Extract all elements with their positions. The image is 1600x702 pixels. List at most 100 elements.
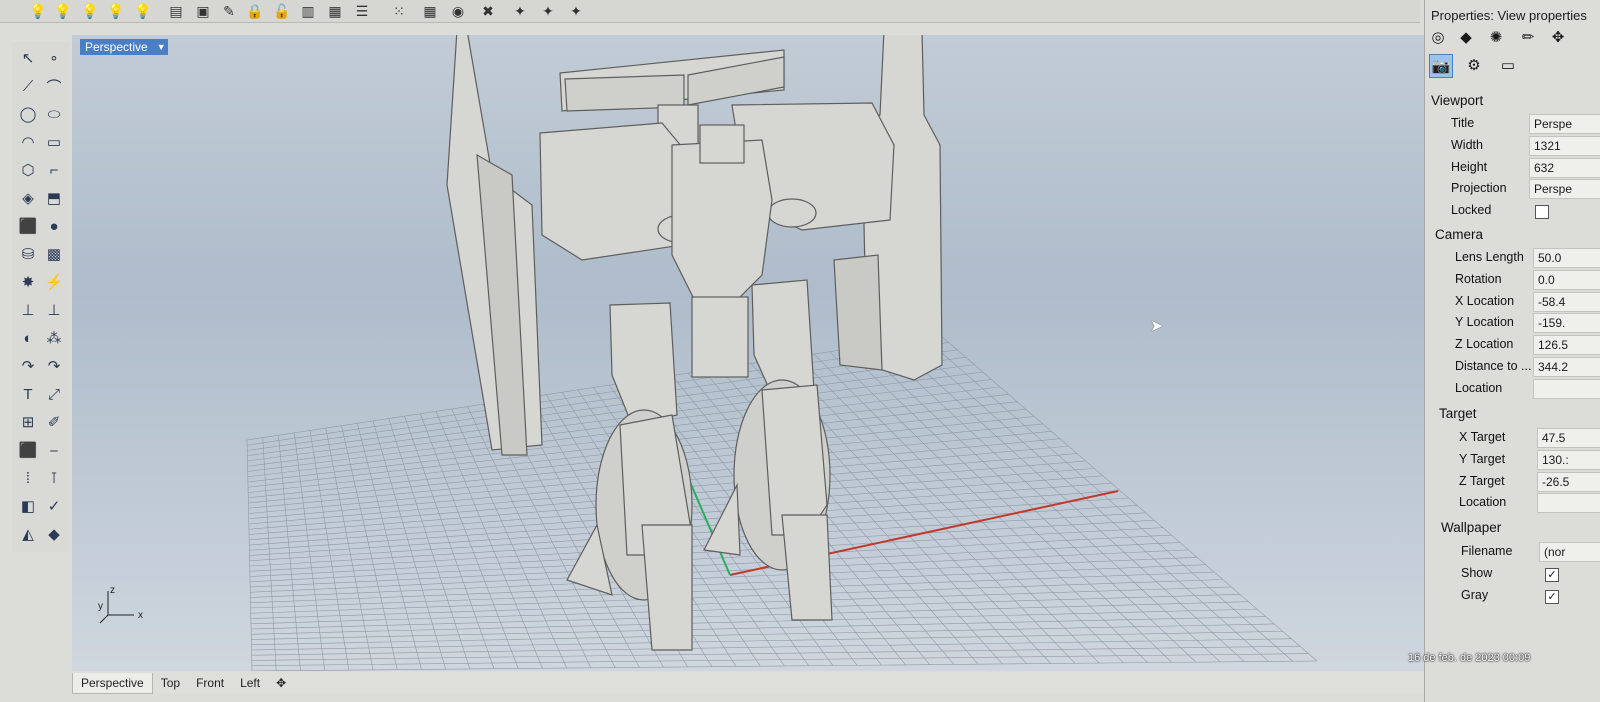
lock-open-icon[interactable]: 🔓 bbox=[272, 1, 292, 21]
array-icon[interactable]: ⊞ bbox=[16, 410, 40, 434]
polygon-icon[interactable]: ⬡ bbox=[16, 158, 40, 182]
prop-value-field[interactable]: 0.0 bbox=[1533, 269, 1600, 290]
render-settings-icon[interactable]: ✺ bbox=[1485, 26, 1507, 48]
trim-icon[interactable]: ⚡ bbox=[42, 270, 66, 294]
color-wheel-icon[interactable]: ◎ bbox=[1427, 26, 1449, 48]
wallpaper-icon[interactable]: ▭ bbox=[1497, 54, 1519, 76]
circle-icon[interactable]: ◯ bbox=[16, 102, 40, 126]
prop-label: Location bbox=[1459, 495, 1507, 510]
prop-value-field[interactable]: (nor bbox=[1539, 542, 1600, 562]
bulb-cluster-icon[interactable]: ✦ bbox=[510, 1, 530, 21]
material-icon[interactable]: ◆ bbox=[1455, 26, 1477, 48]
chevron-down-icon[interactable]: ▼ bbox=[157, 39, 166, 55]
tab-top[interactable]: Top bbox=[153, 673, 188, 693]
check-icon[interactable]: ✓ bbox=[42, 494, 66, 518]
prop-checkbox[interactable]: ✓ bbox=[1545, 567, 1559, 582]
extrude-icon[interactable]: ⬒ bbox=[42, 186, 66, 210]
prop-checkbox[interactable]: ✓ bbox=[1545, 589, 1559, 604]
block-icon[interactable]: ⬛ bbox=[16, 438, 40, 462]
prop-value-field[interactable]: 344.2 bbox=[1533, 357, 1600, 377]
tab-front[interactable]: Front bbox=[188, 673, 232, 693]
arrow-select-icon[interactable]: ↖ bbox=[16, 46, 40, 70]
prop-value-field[interactable]: 126.5 bbox=[1533, 335, 1600, 356]
grid-array-icon[interactable]: ⁞ bbox=[16, 466, 40, 490]
pencil-icon[interactable]: ✏ bbox=[1517, 26, 1539, 48]
layer-icon[interactable]: ⎯ bbox=[42, 438, 66, 462]
prop-value-field[interactable] bbox=[1533, 378, 1600, 399]
lightbulb-page-icon[interactable]: ▣ bbox=[193, 1, 213, 21]
curve-points-icon[interactable]: ⌒ bbox=[42, 74, 66, 98]
bulb-cluster-icon[interactable]: ✦ bbox=[566, 1, 586, 21]
arc-icon[interactable]: ◠ bbox=[16, 130, 40, 154]
prop-value-field[interactable]: 1321 bbox=[1529, 135, 1600, 156]
prop-value-field[interactable]: -26.5 bbox=[1537, 471, 1600, 492]
bulb-cluster-icon[interactable]: ✦ bbox=[538, 1, 558, 21]
cylinder-icon[interactable]: ⛁ bbox=[16, 242, 40, 266]
transform-icon[interactable]: ✐ bbox=[42, 410, 66, 434]
prop-value-field[interactable]: -159. bbox=[1533, 313, 1600, 334]
prop-value-field[interactable]: 50.0 bbox=[1533, 248, 1600, 268]
more-icon[interactable]: ✥ bbox=[1547, 26, 1569, 48]
scene-canvas[interactable]: x z y bbox=[72, 35, 1424, 671]
named-views-icon[interactable]: ⚙ bbox=[1463, 54, 1485, 76]
join-icon[interactable]: ⊥ bbox=[42, 298, 66, 322]
bulb-arrow-icon[interactable]: 💡 bbox=[106, 1, 126, 21]
render-icon[interactable]: ◭ bbox=[16, 522, 40, 546]
prop-value-field[interactable]: Perspe bbox=[1529, 179, 1600, 200]
bulbs-icon[interactable]: 💡 bbox=[133, 1, 153, 21]
box-icon[interactable]: ⬛ bbox=[16, 214, 40, 238]
right-arm-block bbox=[833, 254, 883, 371]
bulb-on-icon[interactable]: 💡 bbox=[80, 1, 100, 21]
boolean-icon[interactable]: ◐ bbox=[16, 326, 40, 350]
pencil-page-icon[interactable]: ✎ bbox=[219, 1, 239, 21]
bulb-off-icon[interactable]: 💡 bbox=[28, 1, 48, 21]
grid-points-icon[interactable]: ⁙ bbox=[389, 1, 409, 21]
globe-blue-icon[interactable]: ◉ bbox=[448, 1, 468, 21]
rectangle-icon[interactable]: ▭ bbox=[42, 130, 66, 154]
analyze-icon[interactable]: ◧ bbox=[16, 494, 40, 518]
perspective-viewport[interactable]: x z y Perspective ▼ bbox=[72, 35, 1424, 671]
right-joint bbox=[767, 198, 817, 228]
prop-checkbox[interactable] bbox=[1535, 205, 1549, 220]
axis-x-label: x bbox=[138, 610, 143, 621]
prop-value-field[interactable]: 632 bbox=[1529, 157, 1600, 178]
torso bbox=[671, 139, 773, 306]
group-icon[interactable]: ⁂ bbox=[42, 326, 66, 350]
prop-value-field[interactable] bbox=[1537, 493, 1600, 514]
split-icon[interactable]: ⊥ bbox=[16, 298, 40, 322]
left-toolbar: ↖ ∘ ⟋ ⌒ ◯ ⬭ ◠ ▭ ⬡ ⌐ ◈ ⬒ ⬛ ● ⛁ ▩ ✸ ⚡ ⊥ ⊥ … bbox=[12, 42, 70, 552]
polyline-icon[interactable]: ⟋ bbox=[16, 74, 40, 98]
axis-z-label: z bbox=[110, 585, 115, 596]
layer-edit-icon[interactable]: ▥ bbox=[298, 1, 318, 21]
add-tab-icon[interactable]: ✥ bbox=[268, 673, 294, 693]
left-thigh bbox=[609, 302, 678, 426]
prop-value-field[interactable]: 130.: bbox=[1537, 449, 1600, 470]
mesh-icon[interactable]: ▩ bbox=[42, 242, 66, 266]
text-icon[interactable]: T bbox=[16, 382, 40, 406]
point-icon[interactable]: ∘ bbox=[42, 46, 66, 70]
grid-small-icon[interactable]: ▦ bbox=[420, 1, 440, 21]
layer-new-icon[interactable]: ▦ bbox=[325, 1, 345, 21]
dimension-icon[interactable]: ⤢ bbox=[42, 382, 66, 406]
scale-icon[interactable]: ↷ bbox=[42, 354, 66, 378]
prop-value-field[interactable]: Perspe bbox=[1529, 114, 1600, 134]
prop-value-field[interactable]: -58.4 bbox=[1533, 291, 1600, 312]
layer-list-icon[interactable]: ☰ bbox=[352, 1, 372, 21]
material-icon[interactable]: ◆ bbox=[42, 522, 66, 546]
bulb-on-icon[interactable]: 💡 bbox=[53, 1, 73, 21]
prop-value-field[interactable]: 47.5 bbox=[1537, 428, 1600, 448]
camera-icon[interactable]: 📷 bbox=[1429, 54, 1453, 78]
lock-icon[interactable]: 🔒 bbox=[245, 1, 265, 21]
globe-red-icon[interactable]: ✖ bbox=[478, 1, 498, 21]
tab-left[interactable]: Left bbox=[232, 673, 268, 693]
surface-icon[interactable]: ◈ bbox=[16, 186, 40, 210]
page-lock-icon[interactable]: ▤ bbox=[166, 1, 186, 21]
tab-perspective[interactable]: Perspective bbox=[72, 672, 153, 694]
rotate-icon[interactable]: ↷ bbox=[16, 354, 40, 378]
align-icon[interactable]: ⊺ bbox=[42, 466, 66, 490]
ellipse-icon[interactable]: ⬭ bbox=[42, 102, 66, 126]
viewport-title-label[interactable]: Perspective ▼ bbox=[80, 39, 168, 55]
explode-icon[interactable]: ✸ bbox=[16, 270, 40, 294]
fillet-icon[interactable]: ⌐ bbox=[42, 158, 66, 182]
sphere-icon[interactable]: ● bbox=[42, 214, 66, 238]
